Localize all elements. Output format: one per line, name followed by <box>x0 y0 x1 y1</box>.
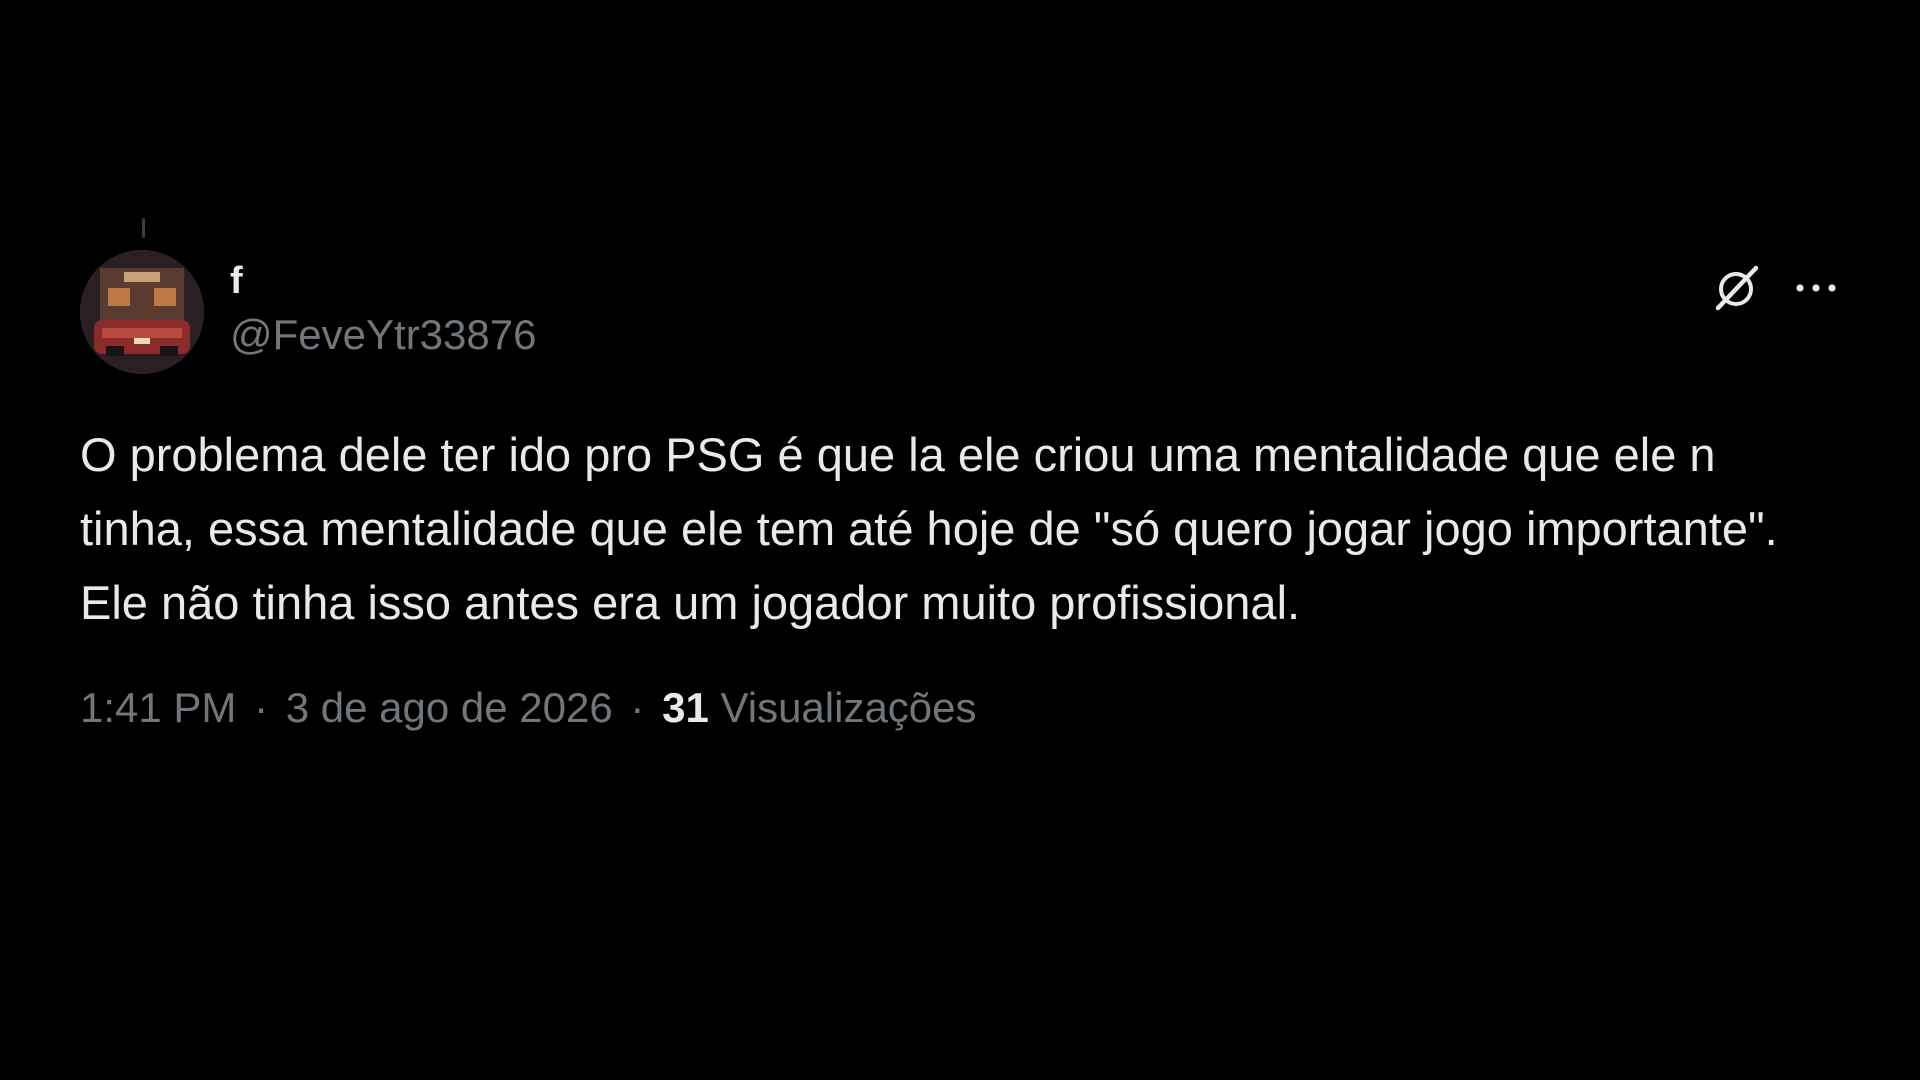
tweet-text: O problema dele ter ido pro PSG é que la… <box>80 428 1778 629</box>
meta-separator: · <box>630 684 645 731</box>
more-icon[interactable] <box>1792 278 1840 298</box>
views-count[interactable]: 31 <box>662 684 709 731</box>
views-label[interactable]: Visualizações <box>720 684 976 731</box>
tweet-header-actions <box>1710 262 1840 314</box>
author-display-name[interactable]: f <box>230 256 536 306</box>
tweet-header: f @FeveYtr33876 <box>80 250 1840 374</box>
tweet-date[interactable]: 3 de ago de 2026 <box>286 684 613 731</box>
grok-icon[interactable] <box>1710 262 1762 314</box>
tweet-metadata: 1:41 PM · 3 de ago de 2026 · 31 Visualiz… <box>80 680 1840 736</box>
thread-connector-line <box>142 218 145 238</box>
tweet-time[interactable]: 1:41 PM <box>80 684 236 731</box>
avatar-image <box>80 250 204 374</box>
author-info: f @FeveYtr33876 <box>230 256 536 362</box>
author-handle[interactable]: @FeveYtr33876 <box>230 308 536 362</box>
tweet: f @FeveYtr33876 O problema dele ter ido … <box>80 250 1840 736</box>
meta-separator: · <box>254 684 269 731</box>
avatar[interactable] <box>80 250 204 374</box>
